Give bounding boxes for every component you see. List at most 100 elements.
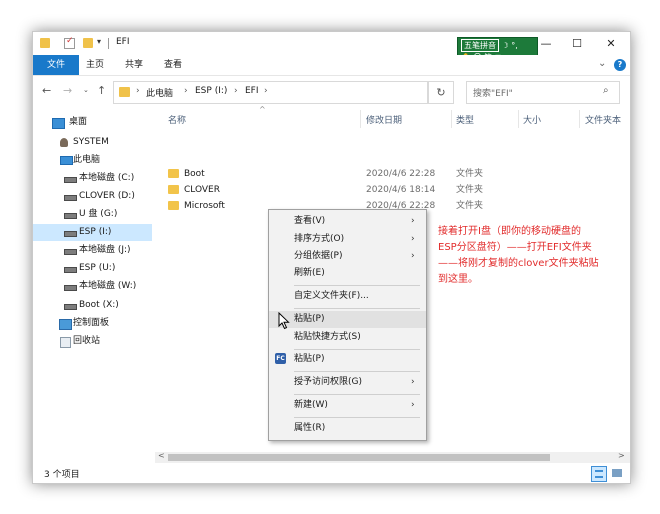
tab-file[interactable]: 文件: [33, 55, 79, 75]
menu-item-give-access[interactable]: 授予访问权限(G) ›: [269, 374, 426, 391]
search-input[interactable]: 搜索"EFI" ⌕: [466, 81, 620, 104]
close-button[interactable]: ✕: [594, 32, 628, 55]
tab-view[interactable]: 查看: [164, 55, 182, 75]
tab-share[interactable]: 共享: [125, 55, 143, 75]
drive-icon: [64, 231, 77, 237]
chevron-right-icon: ›: [411, 216, 415, 226]
column-header-size[interactable]: 大小: [523, 113, 541, 126]
chevron-right-icon: ›: [411, 234, 415, 244]
breadcrumb-chevron-icon[interactable]: ›: [264, 86, 268, 96]
breadcrumb-this-pc[interactable]: 此电脑: [146, 86, 173, 99]
ime-label[interactable]: 五笔拼音: [461, 39, 499, 52]
annotation-line: 接着打开I盘（即你的移动硬盘的: [438, 226, 581, 237]
breadcrumb-efi[interactable]: EFI: [245, 86, 259, 96]
address-bar[interactable]: › 此电脑 › ESP (I:) › EFI › ⌄: [113, 81, 496, 104]
file-name: CLOVER: [184, 185, 220, 195]
recent-locations-icon[interactable]: ⌄: [83, 86, 89, 94]
nav-item-drive-x[interactable]: Boot (X:): [33, 297, 152, 314]
column-divider[interactable]: [518, 110, 519, 128]
nav-item-drive-i[interactable]: ESP (I:): [33, 224, 152, 241]
nav-item-desktop[interactable]: 桌面: [33, 114, 152, 131]
table-row[interactable]: Boot 2020/4/6 22:28 文件夹: [155, 166, 630, 182]
menu-divider: [294, 371, 420, 372]
column-divider[interactable]: [451, 110, 452, 128]
nav-item-drive-d[interactable]: CLOVER (D:): [33, 188, 152, 205]
nav-item-drive-c[interactable]: 本地磁盘 (C:): [33, 170, 152, 187]
nav-item-recycle-bin[interactable]: 回收站: [33, 333, 152, 350]
menu-item-customize-folder[interactable]: 自定义文件夹(F)...: [269, 288, 426, 305]
pc-icon: [60, 156, 73, 165]
mouse-cursor-icon: [278, 312, 290, 330]
nav-item-drive-j[interactable]: 本地磁盘 (J:): [33, 242, 152, 259]
forward-arrow-icon[interactable]: →: [63, 84, 72, 97]
menu-item-group-by[interactable]: 分组依据(P) ›: [269, 248, 426, 265]
breadcrumb-chevron-icon[interactable]: ›: [234, 86, 238, 96]
nav-item-system[interactable]: SYSTEM: [33, 134, 152, 151]
control-panel-icon: [59, 319, 72, 330]
menu-divider: [294, 417, 420, 418]
menu-item-paste-fc[interactable]: FC 粘贴(P): [269, 351, 426, 368]
title-divider: [108, 38, 109, 49]
ime-mode-icons[interactable]: ☽ °,: [502, 41, 518, 50]
menu-item-paste-shortcut[interactable]: 粘贴快捷方式(S): [269, 329, 426, 346]
breadcrumb-esp-drive[interactable]: ESP (I:): [195, 86, 227, 96]
column-header-type[interactable]: 类型: [456, 113, 474, 126]
drive-icon: [64, 195, 77, 201]
desktop-icon: [52, 118, 65, 129]
folder-icon: [168, 169, 179, 178]
scroll-left-icon[interactable]: <: [158, 451, 165, 460]
help-icon[interactable]: ?: [614, 59, 626, 71]
search-icon[interactable]: ⌕: [603, 85, 609, 96]
menu-item-new[interactable]: 新建(W) ›: [269, 397, 426, 414]
folder-icon: [168, 201, 179, 210]
address-row: ← → ⌄ ↑ › 此电脑 › ESP (I:) › EFI › ⌄ ↻ 搜索"…: [33, 76, 630, 108]
file-name: Microsoft: [184, 201, 225, 211]
menu-item-view[interactable]: 查看(V) ›: [269, 213, 426, 230]
large-icons-view-icon[interactable]: [610, 466, 624, 480]
folder-icon[interactable]: [40, 38, 50, 48]
details-view-icon[interactable]: [591, 466, 607, 482]
nav-item-control-panel[interactable]: 控制面板: [33, 315, 152, 332]
properties-check-icon[interactable]: [64, 36, 75, 49]
back-arrow-icon[interactable]: ←: [42, 84, 51, 97]
scroll-right-icon[interactable]: >: [618, 451, 625, 460]
column-divider[interactable]: [360, 110, 361, 128]
fastcopy-icon: FC: [275, 353, 286, 364]
up-arrow-icon[interactable]: ↑: [97, 84, 106, 97]
quick-access-dropdown-icon[interactable]: ▾: [97, 37, 101, 46]
menu-item-sort-by[interactable]: 排序方式(O) ›: [269, 231, 426, 248]
chevron-right-icon: ›: [411, 251, 415, 261]
nav-item-drive-u[interactable]: ESP (U:): [33, 260, 152, 277]
table-row[interactable]: CLOVER 2020/4/6 18:14 文件夹: [155, 182, 630, 198]
menu-item-properties[interactable]: 属性(R): [269, 420, 426, 437]
file-date: 2020/4/6 22:28: [366, 169, 436, 179]
item-count: 3 个项目: [44, 470, 80, 480]
tab-home[interactable]: 主页: [86, 55, 104, 75]
column-header-date[interactable]: 修改日期: [366, 113, 402, 126]
breadcrumb-chevron-icon[interactable]: ›: [184, 86, 188, 96]
user-folder-icon: [60, 138, 68, 147]
drive-icon: [64, 213, 77, 219]
minimize-button[interactable]: —: [529, 32, 563, 55]
column-divider[interactable]: [579, 110, 580, 128]
title-bar: ▾ EFI 五笔拼音 ☽ °, ✋ 〇 简 ⊞ — ☐ ✕: [33, 32, 630, 66]
drive-icon: [64, 267, 77, 273]
nav-item-drive-w[interactable]: 本地磁盘 (W:): [33, 278, 152, 295]
refresh-button[interactable]: ↻: [428, 81, 454, 104]
new-folder-icon[interactable]: [83, 38, 93, 48]
nav-item-this-pc[interactable]: 此电脑: [33, 152, 152, 169]
file-type: 文件夹: [456, 185, 484, 195]
chevron-right-icon: ›: [411, 400, 415, 410]
scrollbar-thumb[interactable]: [168, 454, 550, 461]
breadcrumb-chevron-icon[interactable]: ›: [136, 86, 140, 96]
nav-item-drive-g[interactable]: U 盘 (G:): [33, 206, 152, 223]
column-header-extra[interactable]: 文件夹本: [585, 113, 621, 126]
instruction-annotation: 接着打开I盘（即你的移动硬盘的 ESP分区盘符）——打开EFI文件夹 ——将刚才…: [438, 224, 630, 288]
sort-ascending-icon: ^: [259, 105, 266, 114]
menu-item-refresh[interactable]: 刷新(E): [269, 265, 426, 282]
column-header-name[interactable]: 名称: [168, 113, 186, 126]
expand-ribbon-icon[interactable]: ⌄: [598, 58, 606, 69]
horizontal-scrollbar[interactable]: < >: [155, 451, 630, 463]
menu-item-paste[interactable]: 粘贴(P): [269, 311, 426, 328]
maximize-button[interactable]: ☐: [560, 32, 594, 55]
